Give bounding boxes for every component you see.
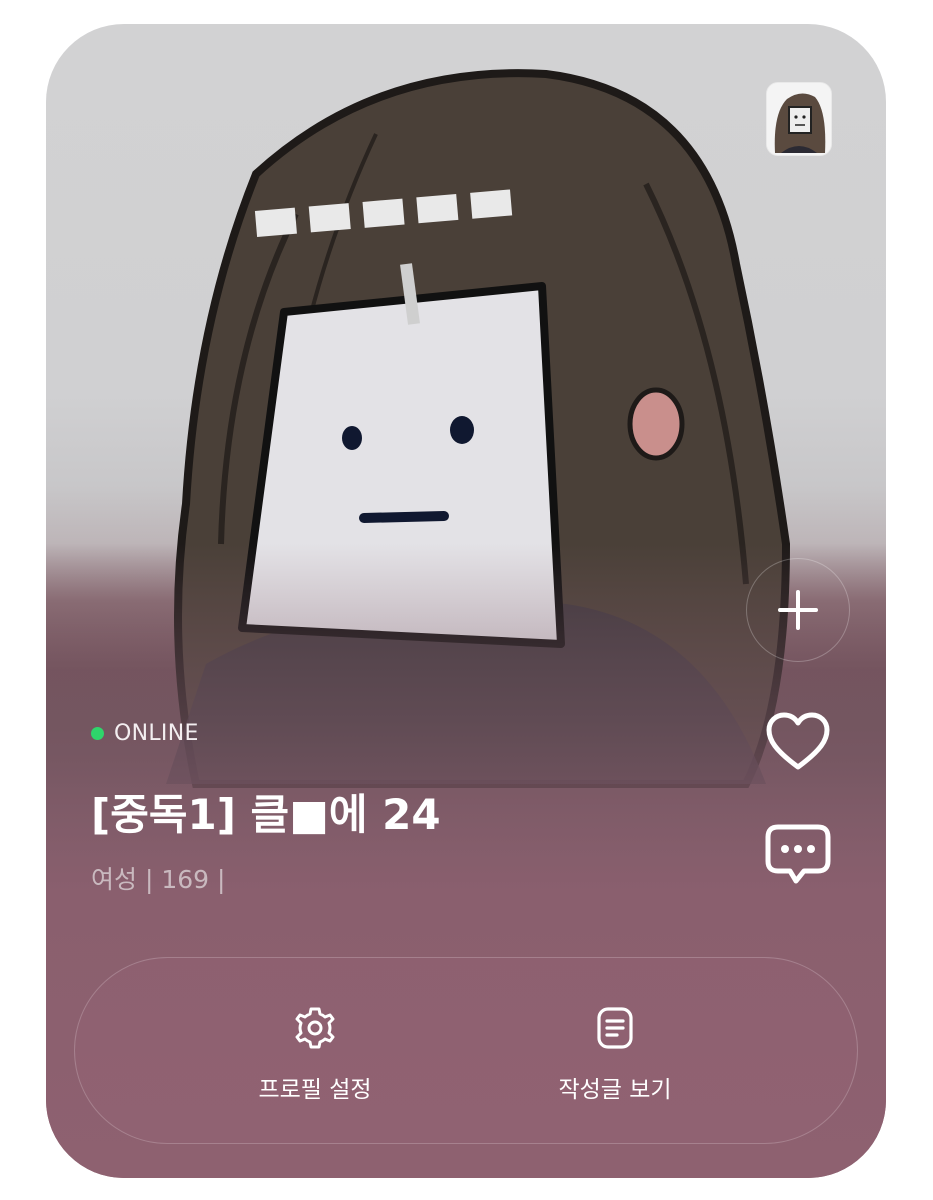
profile-thumbnail[interactable] [766,82,832,156]
add-button[interactable] [746,558,850,662]
chat-bubble-icon [765,824,831,884]
like-button[interactable] [762,709,834,775]
view-posts-button[interactable]: 작성글 보기 [485,1006,745,1104]
document-icon [597,1007,633,1049]
profile-name: [중독1] 클■에 24 [91,790,441,839]
profile-settings-label: 프로필 설정 [258,1077,372,1103]
view-posts-label: 작성글 보기 [558,1077,672,1103]
profile-meta: 여성 | 169 | [91,865,226,894]
message-button[interactable] [762,819,834,891]
profile-settings-button[interactable]: 프로필 설정 [185,1006,445,1104]
avatar-icon [767,83,831,155]
heart-icon [766,712,830,770]
action-panel: 프로필 설정 작성글 보기 [74,957,858,1144]
online-status: ONLINE [91,721,199,746]
gear-icon [295,1007,335,1049]
online-dot [91,727,104,740]
plus-icon [778,590,818,630]
profile-card: ONLINE [중독1] 클■에 24 여성 | 169 | 프로필 설정 작성… [46,24,886,1178]
status-label: ONLINE [114,721,199,746]
